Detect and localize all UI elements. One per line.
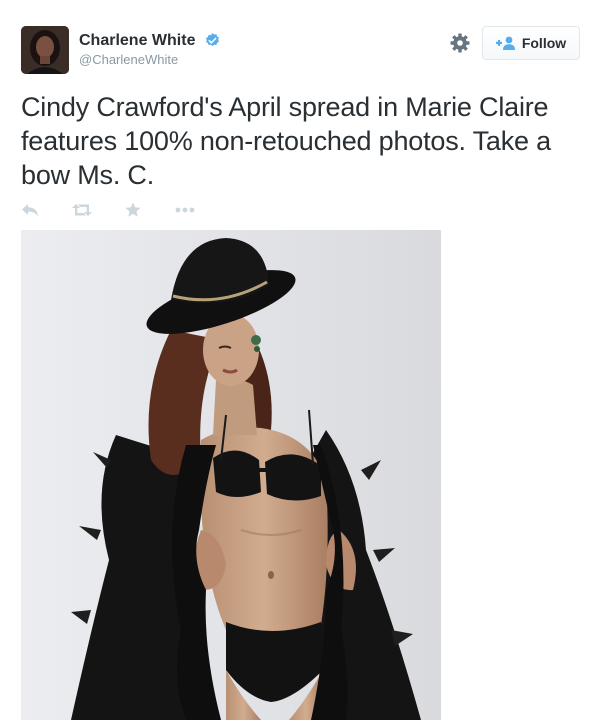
avatar[interactable] xyxy=(21,26,69,74)
retweet-icon[interactable] xyxy=(72,203,92,217)
tweet-actions xyxy=(21,200,195,220)
favorite-icon[interactable] xyxy=(125,202,141,218)
reply-icon[interactable] xyxy=(21,203,39,217)
add-user-icon xyxy=(495,36,515,50)
follow-button[interactable]: Follow xyxy=(482,26,580,60)
verified-badge-icon xyxy=(205,32,219,46)
gear-icon[interactable] xyxy=(450,33,470,53)
user-info: Charlene White @CharleneWhite xyxy=(79,31,221,68)
tweet-text: Cindy Crawford's April spread in Marie C… xyxy=(21,92,551,190)
tweet-card: Charlene White @CharleneWhite Follow Cin… xyxy=(0,0,607,720)
display-name[interactable]: Charlene White xyxy=(79,31,195,51)
more-icon[interactable] xyxy=(175,206,195,214)
follow-label: Follow xyxy=(521,35,567,51)
user-handle[interactable]: @CharleneWhite xyxy=(79,52,221,68)
tweet-photo[interactable] xyxy=(21,230,441,720)
